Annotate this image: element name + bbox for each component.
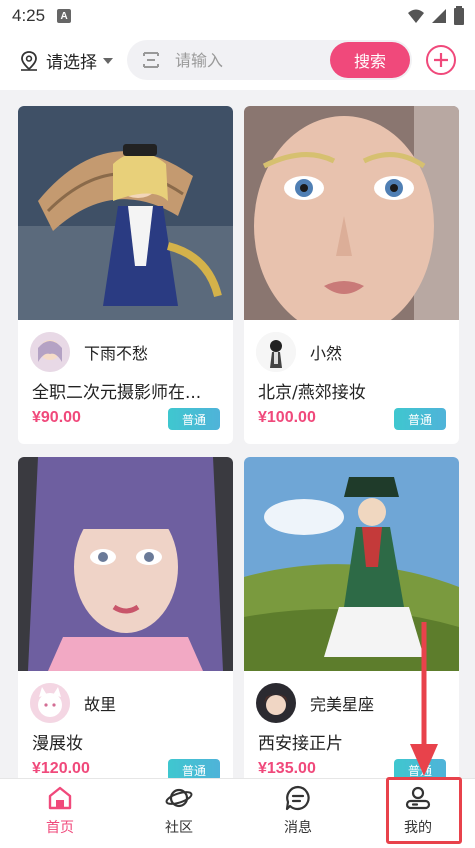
author-name: 完美星座 — [310, 695, 375, 714]
tab-community[interactable]: 社区 — [139, 785, 219, 845]
location-selector[interactable]: 请选择 — [18, 48, 113, 73]
card-photo[interactable] — [244, 106, 459, 320]
scan-icon — [143, 52, 159, 68]
home-icon — [48, 786, 72, 810]
chat-icon — [285, 785, 310, 811]
card-author[interactable]: 故里 — [30, 683, 116, 723]
annotation-highlight-box — [386, 777, 462, 844]
card-price: ¥100.00 — [258, 409, 316, 426]
card-tag: 普通 — [168, 759, 220, 778]
service-card[interactable]: 故里 漫展妆 ¥120.00 普通 — [18, 457, 233, 778]
avatar[interactable] — [30, 332, 70, 372]
card-price: ¥90.00 — [32, 409, 81, 426]
top-bar: 请选择 搜索 — [0, 32, 475, 90]
author-name: 故里 — [84, 695, 117, 714]
signal-icon — [432, 9, 446, 23]
card-photo[interactable] — [18, 457, 233, 671]
card-price: ¥120.00 — [32, 760, 90, 777]
search-button[interactable]: 搜索 — [330, 42, 410, 78]
card-title: 全职二次元摄影师在... — [32, 383, 202, 403]
tab-messages[interactable]: 消息 — [258, 785, 338, 845]
planet-icon — [165, 788, 193, 808]
add-button[interactable] — [426, 45, 456, 75]
avatar[interactable] — [256, 332, 296, 372]
plus-icon — [434, 53, 448, 67]
card-price: ¥135.00 — [258, 760, 316, 777]
card-title: 漫展妆 — [32, 734, 83, 754]
status-bar: 4:25 A — [0, 0, 475, 32]
notification-badge: A — [57, 9, 72, 23]
tab-label: 首页 — [46, 820, 74, 836]
status-icons — [407, 6, 465, 26]
service-card[interactable]: 小然 北京/燕郊接妆 ¥100.00 普通 — [244, 106, 459, 444]
annotation-arrow — [410, 622, 438, 776]
author-name: 小然 — [310, 344, 343, 363]
avatar[interactable] — [256, 683, 296, 723]
card-tag: 普通 — [394, 408, 446, 430]
author-name: 下雨不愁 — [84, 344, 149, 363]
location-pin-icon — [21, 50, 37, 71]
search-input[interactable] — [175, 50, 325, 70]
card-title: 北京/燕郊接妆 — [258, 383, 366, 403]
battery-icon — [454, 6, 464, 25]
card-author[interactable]: 小然 — [256, 332, 342, 372]
search-box[interactable]: 搜索 — [127, 40, 412, 80]
tab-home[interactable]: 首页 — [20, 785, 100, 845]
tab-label: 消息 — [284, 820, 312, 836]
location-label: 请选择 — [46, 53, 97, 73]
service-card[interactable]: 下雨不愁 全职二次元摄影师在... ¥90.00 普通 — [18, 106, 233, 444]
wifi-icon — [408, 9, 424, 23]
avatar[interactable] — [30, 683, 70, 723]
status-time: 4:25 — [12, 6, 46, 25]
card-tag: 普通 — [168, 408, 220, 430]
caret-down-icon — [103, 57, 113, 64]
tab-label: 社区 — [165, 820, 193, 836]
card-author[interactable]: 下雨不愁 — [30, 332, 148, 372]
card-author[interactable]: 完美星座 — [256, 683, 374, 723]
card-photo[interactable] — [18, 106, 233, 320]
